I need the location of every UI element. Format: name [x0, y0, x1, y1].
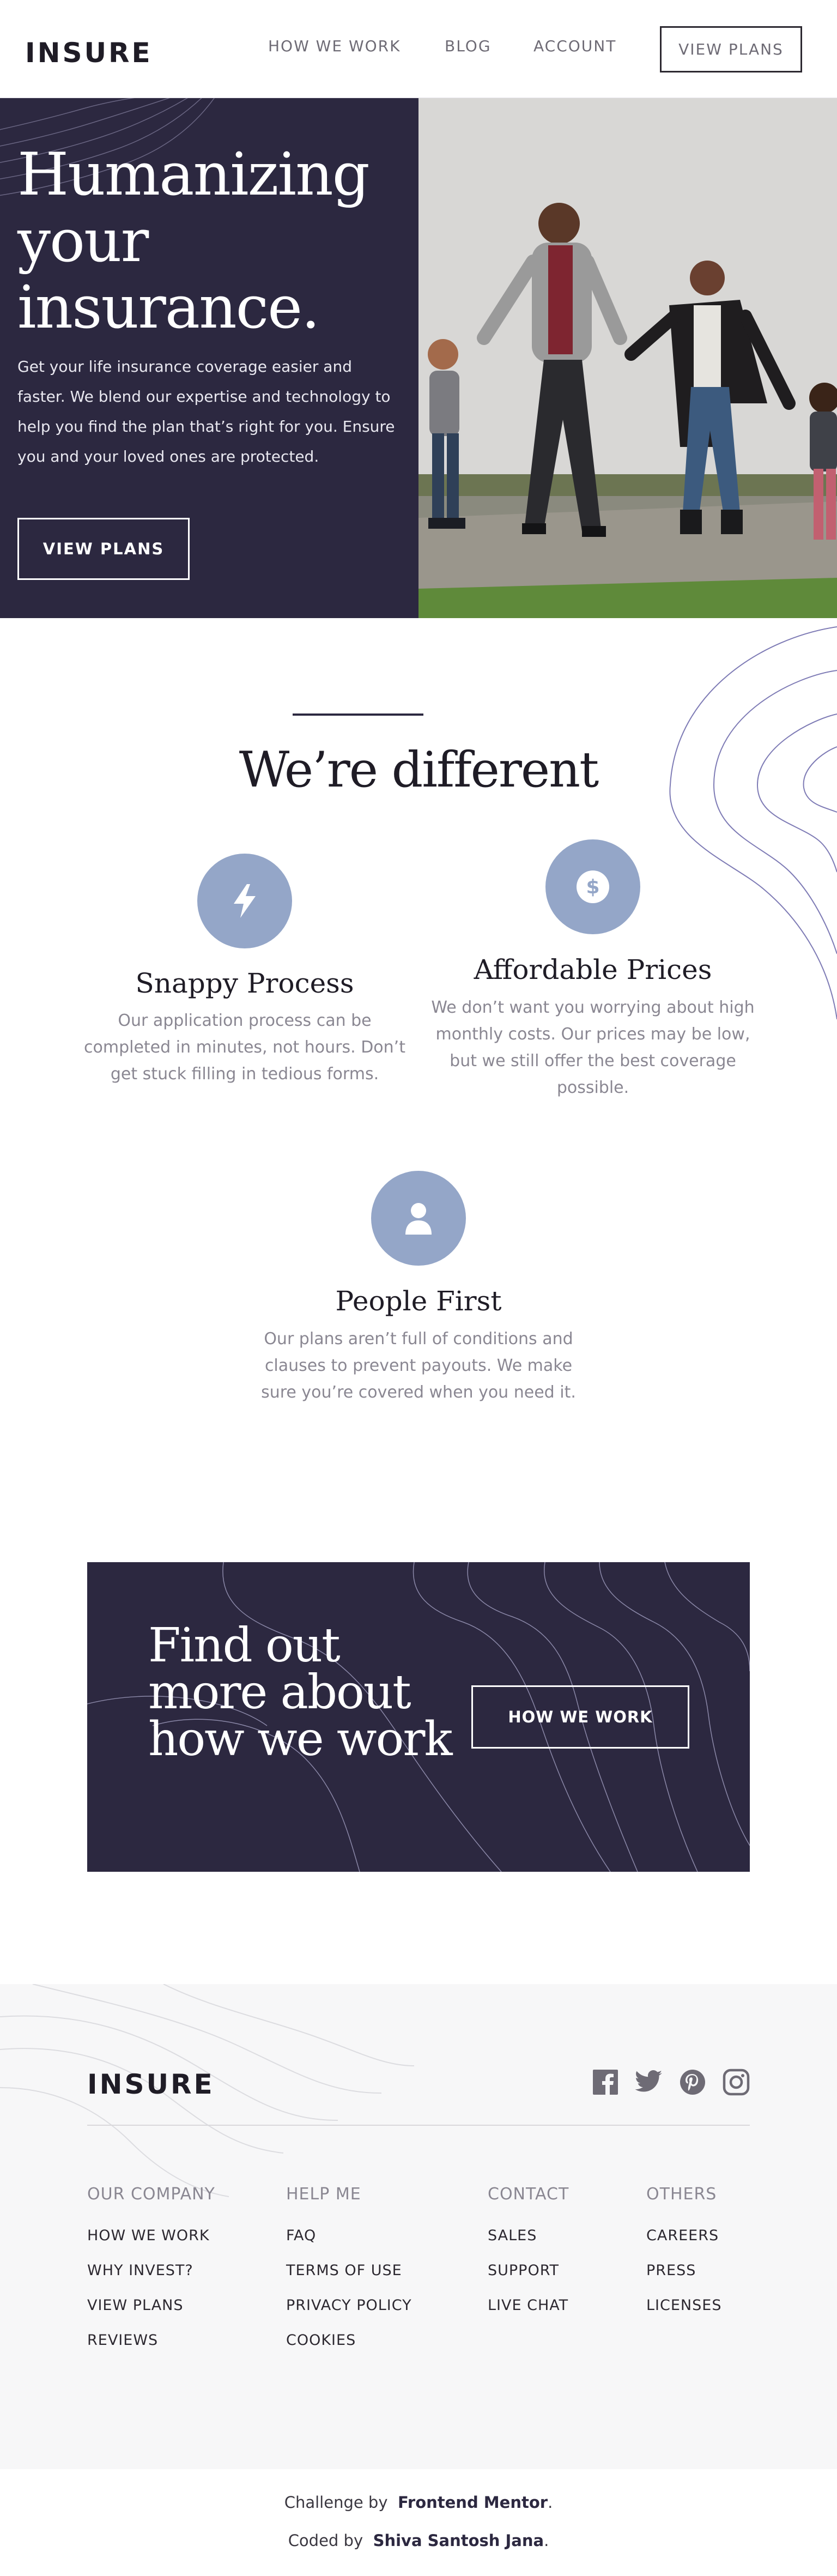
footer-link[interactable]: SALES — [488, 2227, 537, 2244]
footer-link[interactable]: HOW WE WORK — [87, 2227, 210, 2244]
family-photo-icon — [418, 98, 837, 618]
cta-title: Find out more about how we work — [148, 1618, 453, 1767]
footer-link[interactable]: VIEW PLANS — [87, 2297, 184, 2314]
hero-panel: Humanizing your insurance. Get your life… — [0, 98, 418, 618]
person-icon — [371, 1171, 466, 1266]
footer-link[interactable]: WHY INVEST? — [87, 2262, 193, 2279]
how-we-work-banner: Find out more about how we work HOW WE W… — [87, 1562, 750, 1872]
view-plans-nav-button[interactable]: VIEW PLANS — [660, 26, 802, 72]
footer-link[interactable]: PRIVACY POLICY — [286, 2297, 412, 2314]
site-header: INSURE HOW WE WORK BLOG ACCOUNT VIEW PLA… — [0, 0, 837, 98]
feature-title-people: People First — [335, 1285, 502, 1317]
hero-description: Get your life insurance coverage easier … — [17, 358, 395, 465]
feature-text-people: Our plans aren’t full of conditions and … — [261, 1329, 576, 1402]
footer-link[interactable]: FAQ — [286, 2227, 316, 2244]
footer-heading-company: OUR COMPANY — [87, 2185, 215, 2204]
site-footer: INSURE OUR COMPANY HOW WE WORK WHY INVES… — [0, 1984, 837, 2469]
how-we-work-button[interactable]: HOW WE WORK — [471, 1685, 689, 1749]
footer-divider — [87, 2125, 750, 2126]
svg-text:$: $ — [586, 876, 599, 898]
facebook-icon[interactable] — [589, 2066, 622, 2099]
pinterest-icon[interactable] — [676, 2066, 709, 2099]
view-plans-hero-button[interactable]: VIEW PLANS — [17, 518, 190, 580]
footer-heading-contact: CONTACT — [488, 2185, 569, 2204]
twitter-icon[interactable] — [633, 2066, 665, 2099]
footer-link[interactable]: SUPPORT — [488, 2262, 559, 2279]
feature-text-snappy: Our application process can be completed… — [84, 1011, 405, 1084]
frontend-mentor-link[interactable]: Frontend Mentor — [398, 2493, 548, 2512]
attribution: Challenge by Frontend Mentor. Coded by S… — [0, 2469, 837, 2576]
footer-link[interactable]: LICENSES — [646, 2297, 721, 2314]
different-title: We’re different — [239, 741, 599, 799]
author-link[interactable]: Shiva Santosh Jana — [373, 2531, 544, 2550]
period: . — [548, 2493, 553, 2512]
period: . — [544, 2531, 549, 2550]
instagram-icon[interactable] — [720, 2066, 753, 2099]
lightning-icon — [197, 854, 292, 948]
feature-title-snappy: Snappy Process — [135, 967, 354, 999]
hero-title: Humanizing your insurance. — [17, 141, 370, 342]
nav-link-blog[interactable]: BLOG — [445, 37, 492, 55]
footer-link[interactable]: COOKIES — [286, 2332, 356, 2349]
dollar-icon: $ — [545, 839, 640, 934]
footer-link[interactable]: LIVE CHAT — [488, 2297, 568, 2314]
coded-by-credit: Coded by Shiva Santosh Jana. — [0, 2531, 837, 2550]
coded-prefix: Coded by — [288, 2531, 363, 2550]
feature-title-affordable: Affordable Prices — [474, 954, 712, 985]
challenge-credit: Challenge by Frontend Mentor. — [0, 2493, 837, 2512]
footer-link[interactable]: REVIEWS — [87, 2332, 158, 2349]
footer-heading-others: OTHERS — [646, 2185, 717, 2204]
feature-text-affordable: We don’t want you worrying about high mo… — [431, 998, 755, 1097]
footer-link[interactable]: PRESS — [646, 2262, 696, 2279]
hero-image — [418, 98, 837, 618]
footer-link[interactable]: TERMS OF USE — [286, 2262, 402, 2279]
logo[interactable]: INSURE — [25, 37, 153, 69]
section-divider — [293, 713, 423, 716]
nav-link-account[interactable]: ACCOUNT — [533, 37, 616, 55]
footer-heading-help: HELP ME — [286, 2185, 361, 2204]
challenge-prefix: Challenge by — [284, 2493, 388, 2512]
footer-logo[interactable]: INSURE — [87, 2069, 215, 2100]
footer-link[interactable]: CAREERS — [646, 2227, 719, 2244]
nav-link-how-we-work[interactable]: HOW WE WORK — [268, 37, 401, 55]
